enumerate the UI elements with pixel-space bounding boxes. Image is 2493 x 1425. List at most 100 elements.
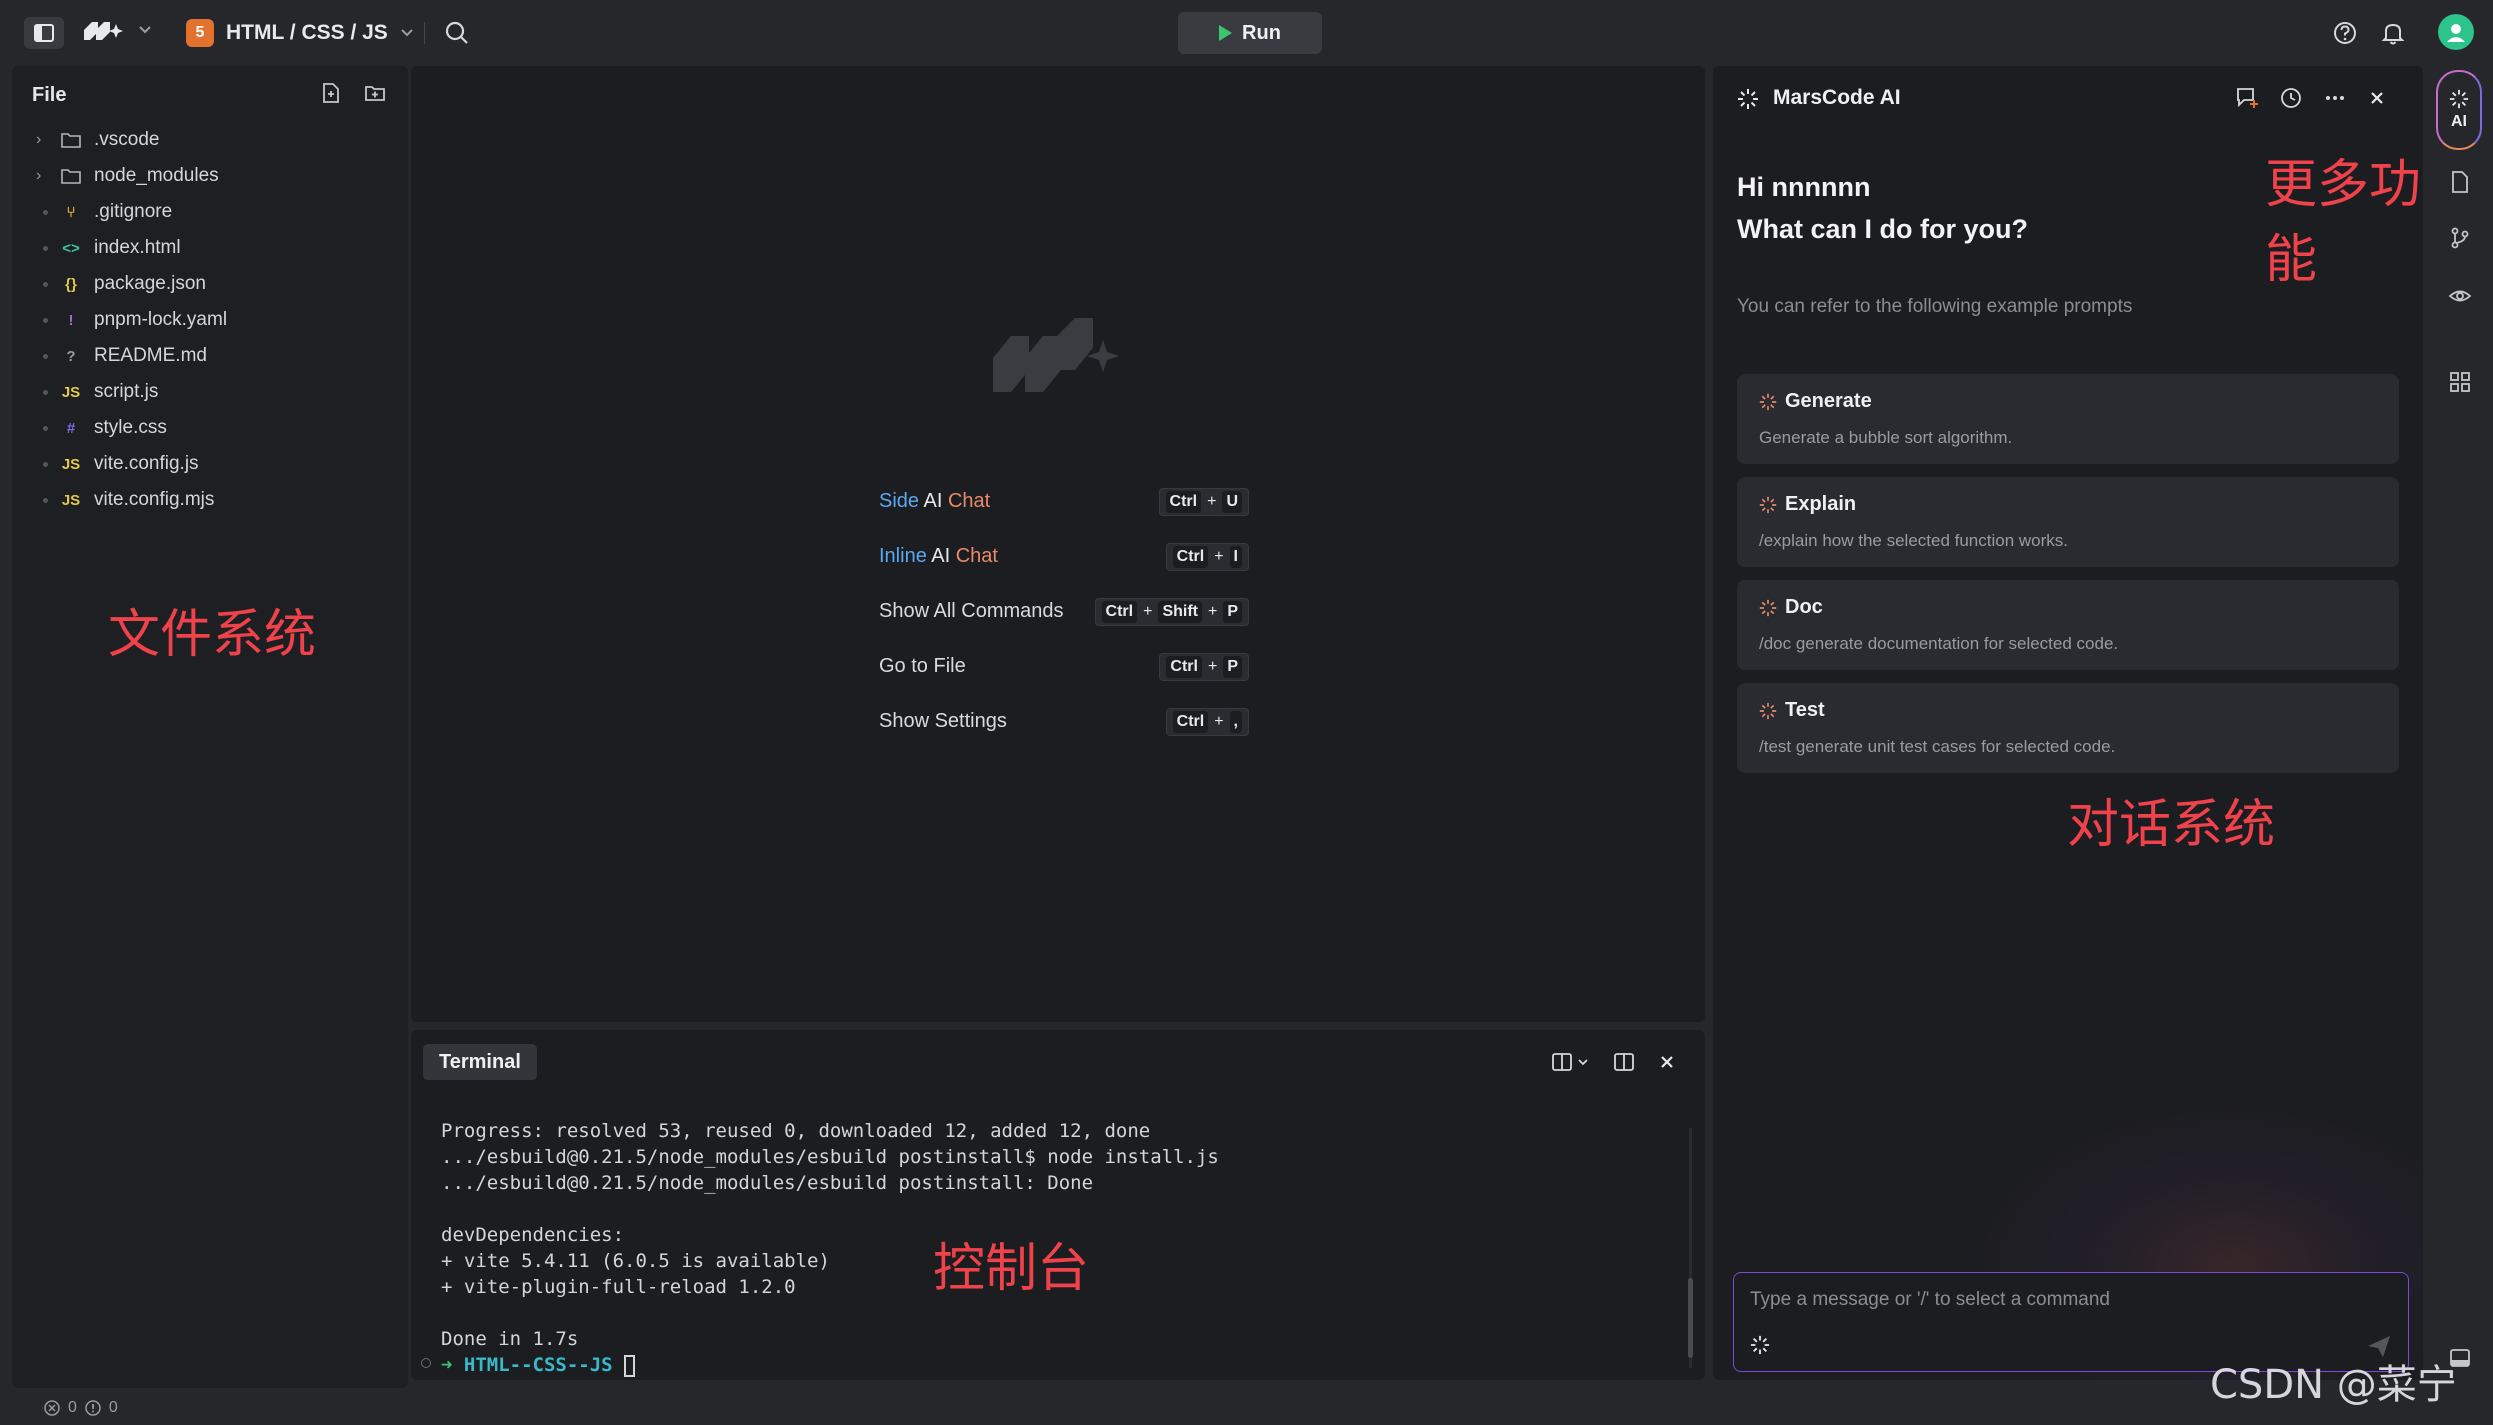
- file-name: vite.config.mjs: [94, 489, 215, 510]
- file-tree-item[interactable]: JS vite.config.mjs: [12, 482, 408, 518]
- marscode-watermark-icon: [993, 318, 1119, 392]
- rail-ai-button[interactable]: AI: [2436, 70, 2482, 150]
- close-icon: [1661, 1056, 1673, 1068]
- status-circle-icon: [421, 1358, 431, 1368]
- shortcut-label: Show All Commands: [879, 600, 1095, 623]
- keyboard-shortcut: Ctrl +,: [1165, 707, 1249, 736]
- tab-terminal[interactable]: Terminal: [423, 1044, 537, 1080]
- ai-greeting: Hi nnnnnn What can I do for you?: [1737, 166, 2028, 250]
- app-logo-menu[interactable]: [82, 18, 152, 42]
- file-tree-item[interactable]: ! pnpm-lock.yaml: [12, 302, 408, 338]
- file-tree-item[interactable]: › node_modules: [12, 158, 408, 194]
- file-name: README.md: [94, 345, 207, 366]
- chat-input-placeholder[interactable]: Type a message or '/' to select a comman…: [1750, 1289, 2110, 1311]
- split-menu-button[interactable]: [1551, 1052, 1589, 1072]
- shortcut-label: Inline AI Chat: [879, 545, 1166, 568]
- close-ai-panel-button[interactable]: [2369, 90, 2385, 111]
- more-options-button[interactable]: [2323, 86, 2347, 115]
- file-tree-item[interactable]: ⑂ .gitignore: [12, 194, 408, 230]
- marscode-logo-icon: [84, 22, 123, 40]
- file-tree-item[interactable]: › .vscode: [12, 122, 408, 158]
- run-button[interactable]: Run: [1178, 12, 1322, 54]
- file-tree-item[interactable]: JS script.js: [12, 374, 408, 410]
- user-avatar[interactable]: [2438, 14, 2474, 50]
- notifications-button[interactable]: [2380, 20, 2406, 51]
- terminal-scrollbar[interactable]: [1688, 1128, 1693, 1368]
- tree-dot-icon: [36, 281, 54, 287]
- shortcut-row[interactable]: Go to File Ctrl + P: [879, 639, 1249, 694]
- ai-panel-title: MarsCode AI: [1773, 86, 1901, 109]
- shortcut-label-part: Chat: [950, 545, 998, 567]
- warning-count[interactable]: 0: [109, 1399, 118, 1417]
- file-tree-item[interactable]: JS vite.config.js: [12, 446, 408, 482]
- plus-sign: +: [1214, 547, 1224, 565]
- prompt-card-doc[interactable]: Doc/doc generate documentation for selec…: [1737, 580, 2399, 670]
- close-terminal-button[interactable]: [1659, 1054, 1675, 1075]
- shortcut-label-part: Go to File: [879, 655, 966, 677]
- file-tree-item[interactable]: ? README.md: [12, 338, 408, 374]
- sidebar-toggle-button[interactable]: [24, 17, 64, 49]
- extensions-grid-icon[interactable]: [2448, 370, 2472, 394]
- tree-dot-icon: [36, 353, 54, 359]
- prompt-card-explain[interactable]: Explain/explain how the selected functio…: [1737, 477, 2399, 567]
- file-tree-item[interactable]: <> index.html: [12, 230, 408, 266]
- css-file-icon: #: [66, 419, 76, 437]
- user-icon: [2447, 24, 2465, 42]
- card-title: Generate: [1759, 390, 1872, 413]
- new-chat-button[interactable]: [2235, 86, 2259, 115]
- shortcut-label: Show Settings: [879, 710, 1166, 733]
- file-tree-item[interactable]: # style.css: [12, 410, 408, 446]
- prompt-card-generate[interactable]: Generate Generate a bubble sort algorithm…: [1737, 374, 2399, 464]
- shortcut-row[interactable]: Show All Commands Ctrl + Shift + P: [879, 584, 1249, 639]
- prompt-card-test[interactable]: Test/test generate unit test cases for s…: [1737, 683, 2399, 773]
- shortcut-row[interactable]: Show Settings Ctrl +,: [879, 694, 1249, 749]
- greeting-line-2: What can I do for you?: [1737, 214, 2028, 244]
- error-count[interactable]: 0: [68, 1399, 77, 1417]
- terminal-output: Progress: resolved 53, reused 0, downloa…: [441, 1118, 1219, 1378]
- sparkle-icon: [1759, 599, 1777, 616]
- shortcut-row[interactable]: Side AI Chat Ctrl + U: [879, 474, 1249, 529]
- card-description: /test generate unit test cases for selec…: [1759, 737, 2116, 756]
- file-tree: › .vscode › node_modules ⑂ .gitignore <> index.…: [12, 122, 408, 518]
- card-description: /doc generate documentation for selected…: [1759, 634, 2119, 653]
- new-folder-icon[interactable]: [364, 82, 386, 104]
- tree-dot-icon: [36, 425, 54, 431]
- key-cap: Ctrl: [1165, 490, 1202, 513]
- key-cap: P: [1223, 600, 1242, 623]
- bell-icon: [2381, 23, 2405, 45]
- file-name: vite.config.js: [94, 453, 199, 474]
- terminal-prompt[interactable]: ➜ HTML--CSS--JS: [441, 1352, 1219, 1378]
- keyboard-shortcut: Ctrl + U: [1158, 487, 1249, 516]
- terminal-line: Done in 1.7s: [441, 1328, 579, 1350]
- card-description: /explain how the selected function works…: [1759, 531, 2069, 550]
- document-icon[interactable]: [2448, 170, 2472, 194]
- file-panel-title: File: [32, 84, 67, 106]
- help-button[interactable]: [2332, 20, 2358, 51]
- rail-ai-label: AI: [2451, 113, 2467, 130]
- file-name: script.js: [94, 381, 159, 402]
- project-name: HTML / CSS / JS: [226, 21, 388, 44]
- card-title: Explain: [1759, 493, 1856, 516]
- annotation-chat-system: 对话系统: [2067, 795, 2276, 855]
- shortcut-row[interactable]: Inline AI Chat Ctrl + I: [879, 529, 1249, 584]
- annotation-console: 控制台: [933, 1239, 1090, 1299]
- terminal-panel[interactable]: Terminal Progress: resolved 53, reused 0…: [411, 1030, 1705, 1380]
- project-selector[interactable]: 5 HTML / CSS / JS: [186, 14, 414, 52]
- editor-area[interactable]: Side AI Chat Ctrl + U Inline AI Chat Ctrl + I Sh…: [411, 66, 1705, 1022]
- sidebar-toggle-icon: [34, 24, 54, 42]
- sparkle-icon[interactable]: [1750, 1335, 1770, 1355]
- plus-sign: +: [1207, 602, 1218, 620]
- git-branch-icon[interactable]: [2448, 226, 2472, 250]
- file-actions: [320, 82, 386, 104]
- split-terminal-button[interactable]: [1613, 1052, 1635, 1077]
- search-button[interactable]: [444, 20, 470, 51]
- new-file-icon[interactable]: [320, 82, 342, 104]
- git-file-icon: ⑂: [66, 203, 76, 221]
- file-tree-item[interactable]: {} package.json: [12, 266, 408, 302]
- shortcut-label: Side AI Chat: [879, 490, 1159, 513]
- history-button[interactable]: [2279, 86, 2303, 115]
- terminal-line: + vite 5.4.11 (6.0.5 is available): [441, 1250, 830, 1272]
- preview-eye-icon[interactable]: [2448, 284, 2472, 308]
